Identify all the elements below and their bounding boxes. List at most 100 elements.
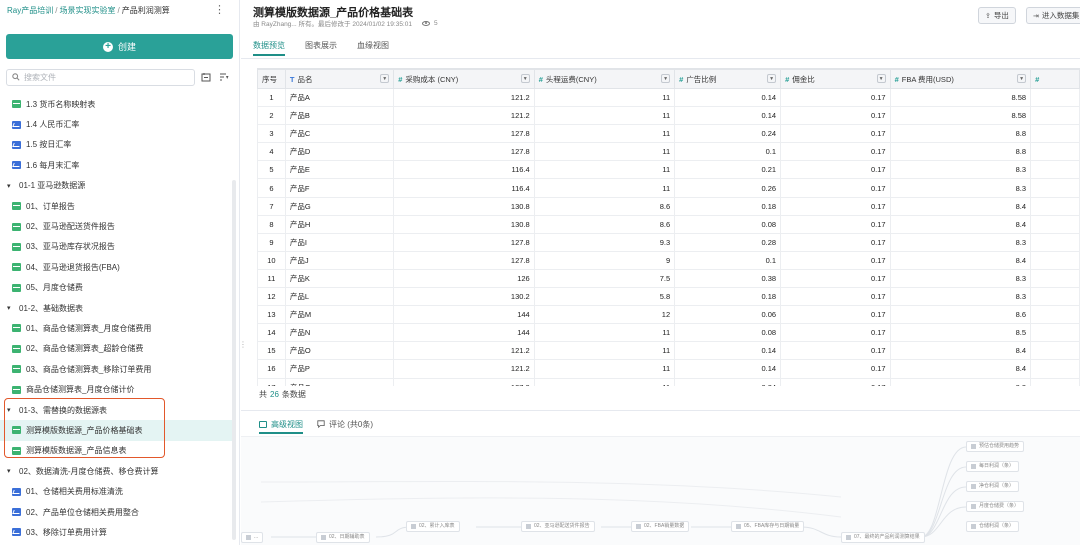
- sidebar-item-label: 01-2、基础数据表: [19, 303, 84, 313]
- table-row[interactable]: 12 产品L 130.2 5.8 0.18 0.17 8.3: [257, 287, 1080, 307]
- column-header-overflow[interactable]: #: [1030, 69, 1080, 89]
- lineage-node[interactable]: 仓储利润（条）: [966, 521, 1020, 532]
- table-row[interactable]: 5 产品E 116.4 11 0.21 0.17 8.3: [257, 160, 1080, 180]
- table-row[interactable]: 3 产品C 127.8 11 0.24 0.17 8.8: [257, 124, 1080, 144]
- tab-advanced-view[interactable]: 高级视图: [259, 419, 303, 434]
- lineage-node-icon: [526, 524, 531, 529]
- table-row[interactable]: 8 产品H 130.8 8.6 0.08 0.17 8.4: [257, 214, 1080, 234]
- tab-data-preview[interactable]: 数据预览: [253, 40, 285, 56]
- column-menu-icon[interactable]: ▼: [876, 74, 886, 83]
- lineage-node[interactable]: 02、亚马逊配送货件报告: [521, 521, 595, 532]
- column-header[interactable]: 序号: [257, 69, 286, 89]
- lineage-node[interactable]: 预估仓储费用趋势: [966, 441, 1025, 452]
- table-cell: 8.6: [889, 305, 1032, 325]
- table-cell: 11: [533, 87, 676, 108]
- tab-comments[interactable]: 评论 (共0条): [317, 419, 373, 434]
- breadcrumb-link-training[interactable]: Ray产品培训: [7, 6, 53, 15]
- sidebar-item[interactable]: 02、亚马逊配送货件报告: [0, 216, 232, 236]
- sidebar-item[interactable]: 02、产品单位仓储相关费用整合: [0, 502, 232, 522]
- caret-down-icon[interactable]: ▾: [7, 182, 14, 190]
- more-options-icon[interactable]: ⋮: [214, 3, 225, 16]
- table-row[interactable]: 7 产品G 130.8 8.6 0.18 0.17 8.4: [257, 196, 1080, 216]
- sidebar-scrollbar[interactable]: [232, 180, 236, 540]
- lineage-node[interactable]: 07、最终的产品利润测算结果: [841, 532, 925, 543]
- column-menu-icon[interactable]: ▼: [520, 74, 530, 83]
- lineage-node[interactable]: 每日利润（条）: [966, 461, 1020, 472]
- sidebar-item[interactable]: 1.3 货币名称映射表: [0, 94, 232, 114]
- table-row[interactable]: 9 产品I 127.8 9.3 0.28 0.17 8.3: [257, 232, 1080, 252]
- column-menu-icon[interactable]: ▼: [661, 74, 671, 83]
- lineage-node[interactable]: ...: [241, 532, 264, 543]
- table-cell: 6: [257, 178, 286, 198]
- create-button[interactable]: + 创建: [6, 34, 233, 59]
- sidebar-item[interactable]: 01、商品仓储测算表_月度仓储费用: [0, 318, 232, 338]
- column-header[interactable]: T 品名 ▼: [284, 69, 395, 89]
- caret-down-icon[interactable]: ▾: [7, 467, 14, 475]
- column-menu-icon[interactable]: ▼: [767, 74, 777, 83]
- column-header[interactable]: # 佣金比 ▼: [780, 69, 891, 89]
- table-row[interactable]: 10 产品J 127.8 9 0.1 0.17 8.4: [257, 250, 1080, 270]
- export-button[interactable]: ⇪ 导出: [978, 7, 1016, 24]
- column-header[interactable]: # FBA 费用(USD) ▼: [889, 69, 1032, 89]
- table-cell: 9: [533, 250, 676, 270]
- sidebar-item[interactable]: 03、亚马逊库存状况报告: [0, 237, 232, 257]
- sidebar-item[interactable]: 1.4 人民币汇率: [0, 114, 232, 134]
- table-row[interactable]: 15 产品O 121.2 11 0.14 0.17 8.4: [257, 341, 1080, 361]
- column-header[interactable]: # 广告比例 ▼: [674, 69, 782, 89]
- enter-dataset-button[interactable]: ⇥ 进入数据集: [1026, 7, 1080, 24]
- lineage-node[interactable]: 净仓利润（条）: [966, 481, 1020, 492]
- table-row[interactable]: 16 产品P 121.2 11 0.14 0.17 8.4: [257, 359, 1080, 379]
- data-table-container[interactable]: 序号 T 品名 ▼ # 采购成本 (CNY) ▼ # 头程运费(CNY) ▼ # 广告比例 ▼ # 佣金比 ▼…: [257, 68, 1080, 386]
- sidebar-item[interactable]: 1.5 按日汇率: [0, 135, 232, 155]
- lineage-node[interactable]: 月度仓储费（条）: [966, 501, 1025, 512]
- sidebar-item[interactable]: 03、商品仓储测算表_移除订单费用: [0, 359, 232, 379]
- sidebar-folder[interactable]: ▾ 01-2、基础数据表: [0, 298, 232, 318]
- lineage-node[interactable]: 02、FBA销量数据: [631, 521, 690, 532]
- breadcrumb: Ray产品培训 / 场景实现实验室 / 产品利润测算: [7, 5, 170, 16]
- breadcrumb-link-lab[interactable]: 场景实现实验室: [59, 6, 115, 15]
- table-row[interactable]: 14 产品N 144 11 0.08 0.17 8.5: [257, 323, 1080, 343]
- tab-lineage-view[interactable]: 血缘视图: [357, 40, 389, 56]
- sidebar-item[interactable]: 05、月度仓储费: [0, 278, 232, 298]
- table-file-icon: [12, 100, 21, 109]
- table-row[interactable]: 13 产品M 144 12 0.06 0.17 8.6: [257, 305, 1080, 325]
- tab-chart-display[interactable]: 图表展示: [305, 40, 337, 56]
- column-menu-icon[interactable]: ▼: [380, 74, 390, 83]
- search-input[interactable]: [24, 73, 174, 82]
- lineage-node[interactable]: 02、累计入库表: [406, 521, 460, 532]
- eye-icon: [421, 20, 430, 26]
- sidebar-item[interactable]: 01、订单报告: [0, 196, 232, 216]
- column-menu-icon[interactable]: ▼: [1017, 74, 1027, 83]
- table-cell: 0.17: [780, 377, 891, 386]
- table-cell: 0.17: [780, 232, 891, 252]
- table-cell: 0.28: [674, 232, 782, 252]
- table-row[interactable]: 1 产品A 121.2 11 0.14 0.17 8.58: [257, 87, 1080, 108]
- sidebar-folder[interactable]: ▾ 01-1 亚马逊数据源: [0, 176, 232, 196]
- lineage-graph[interactable]: ... 02、日期辅助表 02、累计入库表 02、亚马逊配送货件报告 02、FB…: [241, 436, 1080, 545]
- caret-down-icon[interactable]: ▾: [7, 304, 14, 312]
- table-row[interactable]: 11 产品K 126 7.5 0.38 0.17 8.3: [257, 268, 1080, 289]
- table-cell: 0.14: [674, 359, 782, 379]
- table-cell: 0.24: [674, 124, 782, 144]
- column-header[interactable]: # 采购成本 (CNY) ▼: [393, 69, 535, 89]
- table-row[interactable]: 17产品Q127.8110.240.178.3: [257, 377, 1080, 386]
- table-cell: 8.3: [889, 232, 1032, 252]
- new-folder-icon[interactable]: [200, 72, 211, 83]
- lineage-node[interactable]: 05、FBA库存与日期销量: [731, 521, 805, 532]
- sort-filter-icon[interactable]: [218, 72, 229, 83]
- sidebar-item[interactable]: 04、亚马逊退货报告(FBA): [0, 257, 232, 277]
- sidebar-item-label: 02、数据清洗-月度仓储费、移仓费计算: [19, 466, 159, 476]
- table-row[interactable]: 6 产品F 116.4 11 0.26 0.17 8.3: [257, 178, 1080, 198]
- sidebar-item[interactable]: 商品仓储测算表_月度仓储计价: [0, 379, 232, 399]
- table-row[interactable]: 4 产品D 127.8 11 0.1 0.17 8.8: [257, 142, 1080, 162]
- sidebar-item-label: 1.3 货币名称映射表: [26, 99, 96, 109]
- sidebar-item[interactable]: 03、移除订单费用计算: [0, 522, 232, 542]
- sidebar-item[interactable]: 1.6 每月末汇率: [0, 155, 232, 175]
- sidebar-item[interactable]: 02、商品仓储测算表_超龄仓储费: [0, 339, 232, 359]
- sidebar-item[interactable]: 01、仓储相关费用标准清洗: [0, 481, 232, 501]
- sidebar-folder[interactable]: ▾ 02、数据清洗-月度仓储费、移仓费计算: [0, 461, 232, 481]
- lineage-node[interactable]: 02、日期辅助表: [316, 532, 370, 543]
- table-row[interactable]: 2 产品B 121.2 11 0.14 0.17 8.58: [257, 106, 1080, 126]
- column-header[interactable]: # 头程运费(CNY) ▼: [533, 69, 676, 89]
- table-cell: 3: [257, 124, 286, 144]
